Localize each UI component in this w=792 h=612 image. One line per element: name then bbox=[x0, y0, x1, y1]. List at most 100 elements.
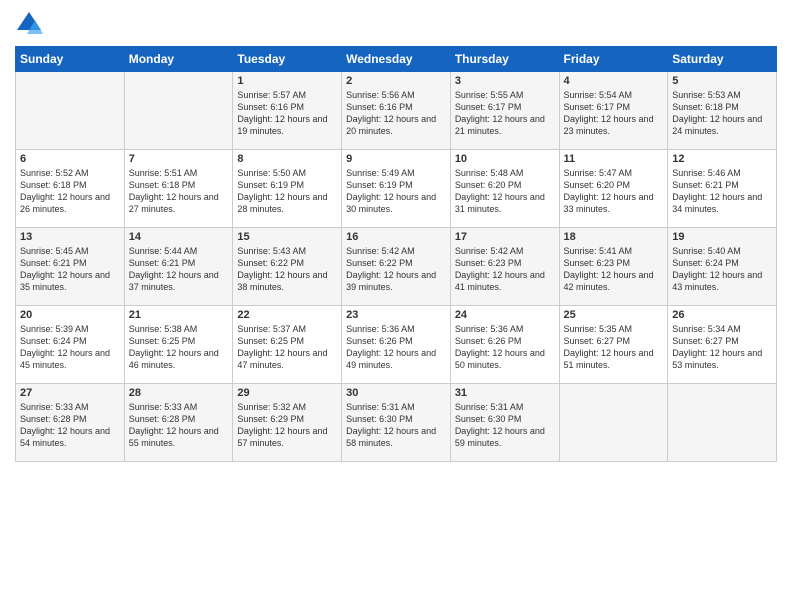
calendar-cell: 19 Sunrise: 5:40 AM Sunset: 6:24 PM Dayli… bbox=[668, 228, 777, 306]
calendar-cell: 23 Sunrise: 5:36 AM Sunset: 6:26 PM Dayli… bbox=[342, 306, 451, 384]
day-number: 26 bbox=[672, 309, 772, 321]
cell-info: Sunrise: 5:48 AM Sunset: 6:20 PM Dayligh… bbox=[455, 167, 555, 216]
cell-info: Sunrise: 5:45 AM Sunset: 6:21 PM Dayligh… bbox=[20, 245, 120, 294]
day-number: 22 bbox=[237, 309, 337, 321]
day-number: 21 bbox=[129, 309, 229, 321]
calendar-table: SundayMondayTuesdayWednesdayThursdayFrid… bbox=[15, 46, 777, 462]
day-number: 30 bbox=[346, 387, 446, 399]
day-number: 31 bbox=[455, 387, 555, 399]
day-number: 11 bbox=[564, 153, 664, 165]
calendar-cell: 22Sunrise: 5:37 AM Sunset: 6:25 PM Dayli… bbox=[233, 306, 342, 384]
calendar-cell: 11 Sunrise: 5:47 AM Sunset: 6:20 PM Dayli… bbox=[559, 150, 668, 228]
calendar-cell: 14Sunrise: 5:44 AM Sunset: 6:21 PM Dayli… bbox=[124, 228, 233, 306]
logo-icon bbox=[15, 10, 43, 38]
cell-info: Sunrise: 5:31 AM Sunset: 6:30 PM Dayligh… bbox=[346, 401, 446, 450]
day-number: 6 bbox=[20, 153, 120, 165]
calendar-cell bbox=[16, 72, 125, 150]
day-number: 29 bbox=[237, 387, 337, 399]
calendar-cell bbox=[124, 72, 233, 150]
cell-info: Sunrise: 5:51 AM Sunset: 6:18 PM Dayligh… bbox=[129, 167, 229, 216]
cell-info: Sunrise: 5:47 AM Sunset: 6:20 PM Dayligh… bbox=[564, 167, 664, 216]
day-number: 24 bbox=[455, 309, 555, 321]
cell-info: Sunrise: 5:33 AM Sunset: 6:28 PM Dayligh… bbox=[129, 401, 229, 450]
calendar-cell: 7 Sunrise: 5:51 AM Sunset: 6:18 PM Daylig… bbox=[124, 150, 233, 228]
cell-info: Sunrise: 5:36 AM Sunset: 6:26 PM Dayligh… bbox=[455, 323, 555, 372]
day-number: 13 bbox=[20, 231, 120, 243]
calendar-cell: 30 Sunrise: 5:31 AM Sunset: 6:30 PM Dayli… bbox=[342, 384, 451, 462]
day-number: 4 bbox=[564, 75, 664, 87]
page: SundayMondayTuesdayWednesdayThursdayFrid… bbox=[0, 0, 792, 612]
calendar-cell: 18 Sunrise: 5:41 AM Sunset: 6:23 PM Dayli… bbox=[559, 228, 668, 306]
day-number: 17 bbox=[455, 231, 555, 243]
cell-info: Sunrise: 5:56 AM Sunset: 6:16 PM Dayligh… bbox=[346, 89, 446, 138]
day-header-monday: Monday bbox=[124, 47, 233, 72]
calendar-cell: 9 Sunrise: 5:49 AM Sunset: 6:19 PM Daylig… bbox=[342, 150, 451, 228]
calendar-cell: 21 Sunrise: 5:38 AM Sunset: 6:25 PM Dayli… bbox=[124, 306, 233, 384]
calendar-cell: 24 Sunrise: 5:36 AM Sunset: 6:26 PM Dayli… bbox=[450, 306, 559, 384]
day-number: 20 bbox=[20, 309, 120, 321]
cell-info: Sunrise: 5:42 AM Sunset: 6:22 PM Dayligh… bbox=[346, 245, 446, 294]
week-row-5: 27Sunrise: 5:33 AM Sunset: 6:28 PM Dayli… bbox=[16, 384, 777, 462]
calendar-cell bbox=[559, 384, 668, 462]
cell-info: Sunrise: 5:53 AM Sunset: 6:18 PM Dayligh… bbox=[672, 89, 772, 138]
cell-info: Sunrise: 5:40 AM Sunset: 6:24 PM Dayligh… bbox=[672, 245, 772, 294]
cell-info: Sunrise: 5:38 AM Sunset: 6:25 PM Dayligh… bbox=[129, 323, 229, 372]
day-header-friday: Friday bbox=[559, 47, 668, 72]
day-number: 15 bbox=[237, 231, 337, 243]
header-row: SundayMondayTuesdayWednesdayThursdayFrid… bbox=[16, 47, 777, 72]
calendar-cell: 1 Sunrise: 5:57 AM Sunset: 6:16 PM Daylig… bbox=[233, 72, 342, 150]
calendar-cell: 3 Sunrise: 5:55 AM Sunset: 6:17 PM Daylig… bbox=[450, 72, 559, 150]
cell-info: Sunrise: 5:36 AM Sunset: 6:26 PM Dayligh… bbox=[346, 323, 446, 372]
cell-info: Sunrise: 5:57 AM Sunset: 6:16 PM Dayligh… bbox=[237, 89, 337, 138]
day-number: 1 bbox=[237, 75, 337, 87]
calendar-cell: 20Sunrise: 5:39 AM Sunset: 6:24 PM Dayli… bbox=[16, 306, 125, 384]
day-number: 5 bbox=[672, 75, 772, 87]
day-number: 12 bbox=[672, 153, 772, 165]
day-number: 28 bbox=[129, 387, 229, 399]
cell-info: Sunrise: 5:46 AM Sunset: 6:21 PM Dayligh… bbox=[672, 167, 772, 216]
calendar-cell: 31Sunrise: 5:31 AM Sunset: 6:30 PM Dayli… bbox=[450, 384, 559, 462]
calendar-cell: 6 Sunrise: 5:52 AM Sunset: 6:18 PM Daylig… bbox=[16, 150, 125, 228]
calendar-cell: 16 Sunrise: 5:42 AM Sunset: 6:22 PM Dayli… bbox=[342, 228, 451, 306]
header bbox=[15, 10, 777, 38]
day-number: 10 bbox=[455, 153, 555, 165]
calendar-cell: 26 Sunrise: 5:34 AM Sunset: 6:27 PM Dayli… bbox=[668, 306, 777, 384]
day-header-saturday: Saturday bbox=[668, 47, 777, 72]
logo bbox=[15, 10, 47, 38]
calendar-cell: 27Sunrise: 5:33 AM Sunset: 6:28 PM Dayli… bbox=[16, 384, 125, 462]
day-header-wednesday: Wednesday bbox=[342, 47, 451, 72]
day-number: 2 bbox=[346, 75, 446, 87]
day-number: 23 bbox=[346, 309, 446, 321]
cell-info: Sunrise: 5:44 AM Sunset: 6:21 PM Dayligh… bbox=[129, 245, 229, 294]
day-number: 18 bbox=[564, 231, 664, 243]
calendar-cell: 29Sunrise: 5:32 AM Sunset: 6:29 PM Dayli… bbox=[233, 384, 342, 462]
day-number: 19 bbox=[672, 231, 772, 243]
week-row-4: 20Sunrise: 5:39 AM Sunset: 6:24 PM Dayli… bbox=[16, 306, 777, 384]
calendar-cell: 10 Sunrise: 5:48 AM Sunset: 6:20 PM Dayli… bbox=[450, 150, 559, 228]
cell-info: Sunrise: 5:35 AM Sunset: 6:27 PM Dayligh… bbox=[564, 323, 664, 372]
day-number: 9 bbox=[346, 153, 446, 165]
week-row-3: 13 Sunrise: 5:45 AM Sunset: 6:21 PM Dayli… bbox=[16, 228, 777, 306]
cell-info: Sunrise: 5:50 AM Sunset: 6:19 PM Dayligh… bbox=[237, 167, 337, 216]
cell-info: Sunrise: 5:49 AM Sunset: 6:19 PM Dayligh… bbox=[346, 167, 446, 216]
calendar-cell: 2 Sunrise: 5:56 AM Sunset: 6:16 PM Daylig… bbox=[342, 72, 451, 150]
calendar-cell: 17 Sunrise: 5:42 AM Sunset: 6:23 PM Dayli… bbox=[450, 228, 559, 306]
day-number: 16 bbox=[346, 231, 446, 243]
day-number: 7 bbox=[129, 153, 229, 165]
calendar-cell: 13 Sunrise: 5:45 AM Sunset: 6:21 PM Dayli… bbox=[16, 228, 125, 306]
day-number: 3 bbox=[455, 75, 555, 87]
calendar-cell bbox=[668, 384, 777, 462]
cell-info: Sunrise: 5:55 AM Sunset: 6:17 PM Dayligh… bbox=[455, 89, 555, 138]
calendar-cell: 28 Sunrise: 5:33 AM Sunset: 6:28 PM Dayli… bbox=[124, 384, 233, 462]
cell-info: Sunrise: 5:34 AM Sunset: 6:27 PM Dayligh… bbox=[672, 323, 772, 372]
cell-info: Sunrise: 5:54 AM Sunset: 6:17 PM Dayligh… bbox=[564, 89, 664, 138]
cell-info: Sunrise: 5:41 AM Sunset: 6:23 PM Dayligh… bbox=[564, 245, 664, 294]
day-number: 25 bbox=[564, 309, 664, 321]
calendar-cell: 8Sunrise: 5:50 AM Sunset: 6:19 PM Daylig… bbox=[233, 150, 342, 228]
cell-info: Sunrise: 5:52 AM Sunset: 6:18 PM Dayligh… bbox=[20, 167, 120, 216]
cell-info: Sunrise: 5:42 AM Sunset: 6:23 PM Dayligh… bbox=[455, 245, 555, 294]
week-row-1: 1 Sunrise: 5:57 AM Sunset: 6:16 PM Daylig… bbox=[16, 72, 777, 150]
calendar-cell: 15Sunrise: 5:43 AM Sunset: 6:22 PM Dayli… bbox=[233, 228, 342, 306]
calendar-cell: 12 Sunrise: 5:46 AM Sunset: 6:21 PM Dayli… bbox=[668, 150, 777, 228]
cell-info: Sunrise: 5:33 AM Sunset: 6:28 PM Dayligh… bbox=[20, 401, 120, 450]
